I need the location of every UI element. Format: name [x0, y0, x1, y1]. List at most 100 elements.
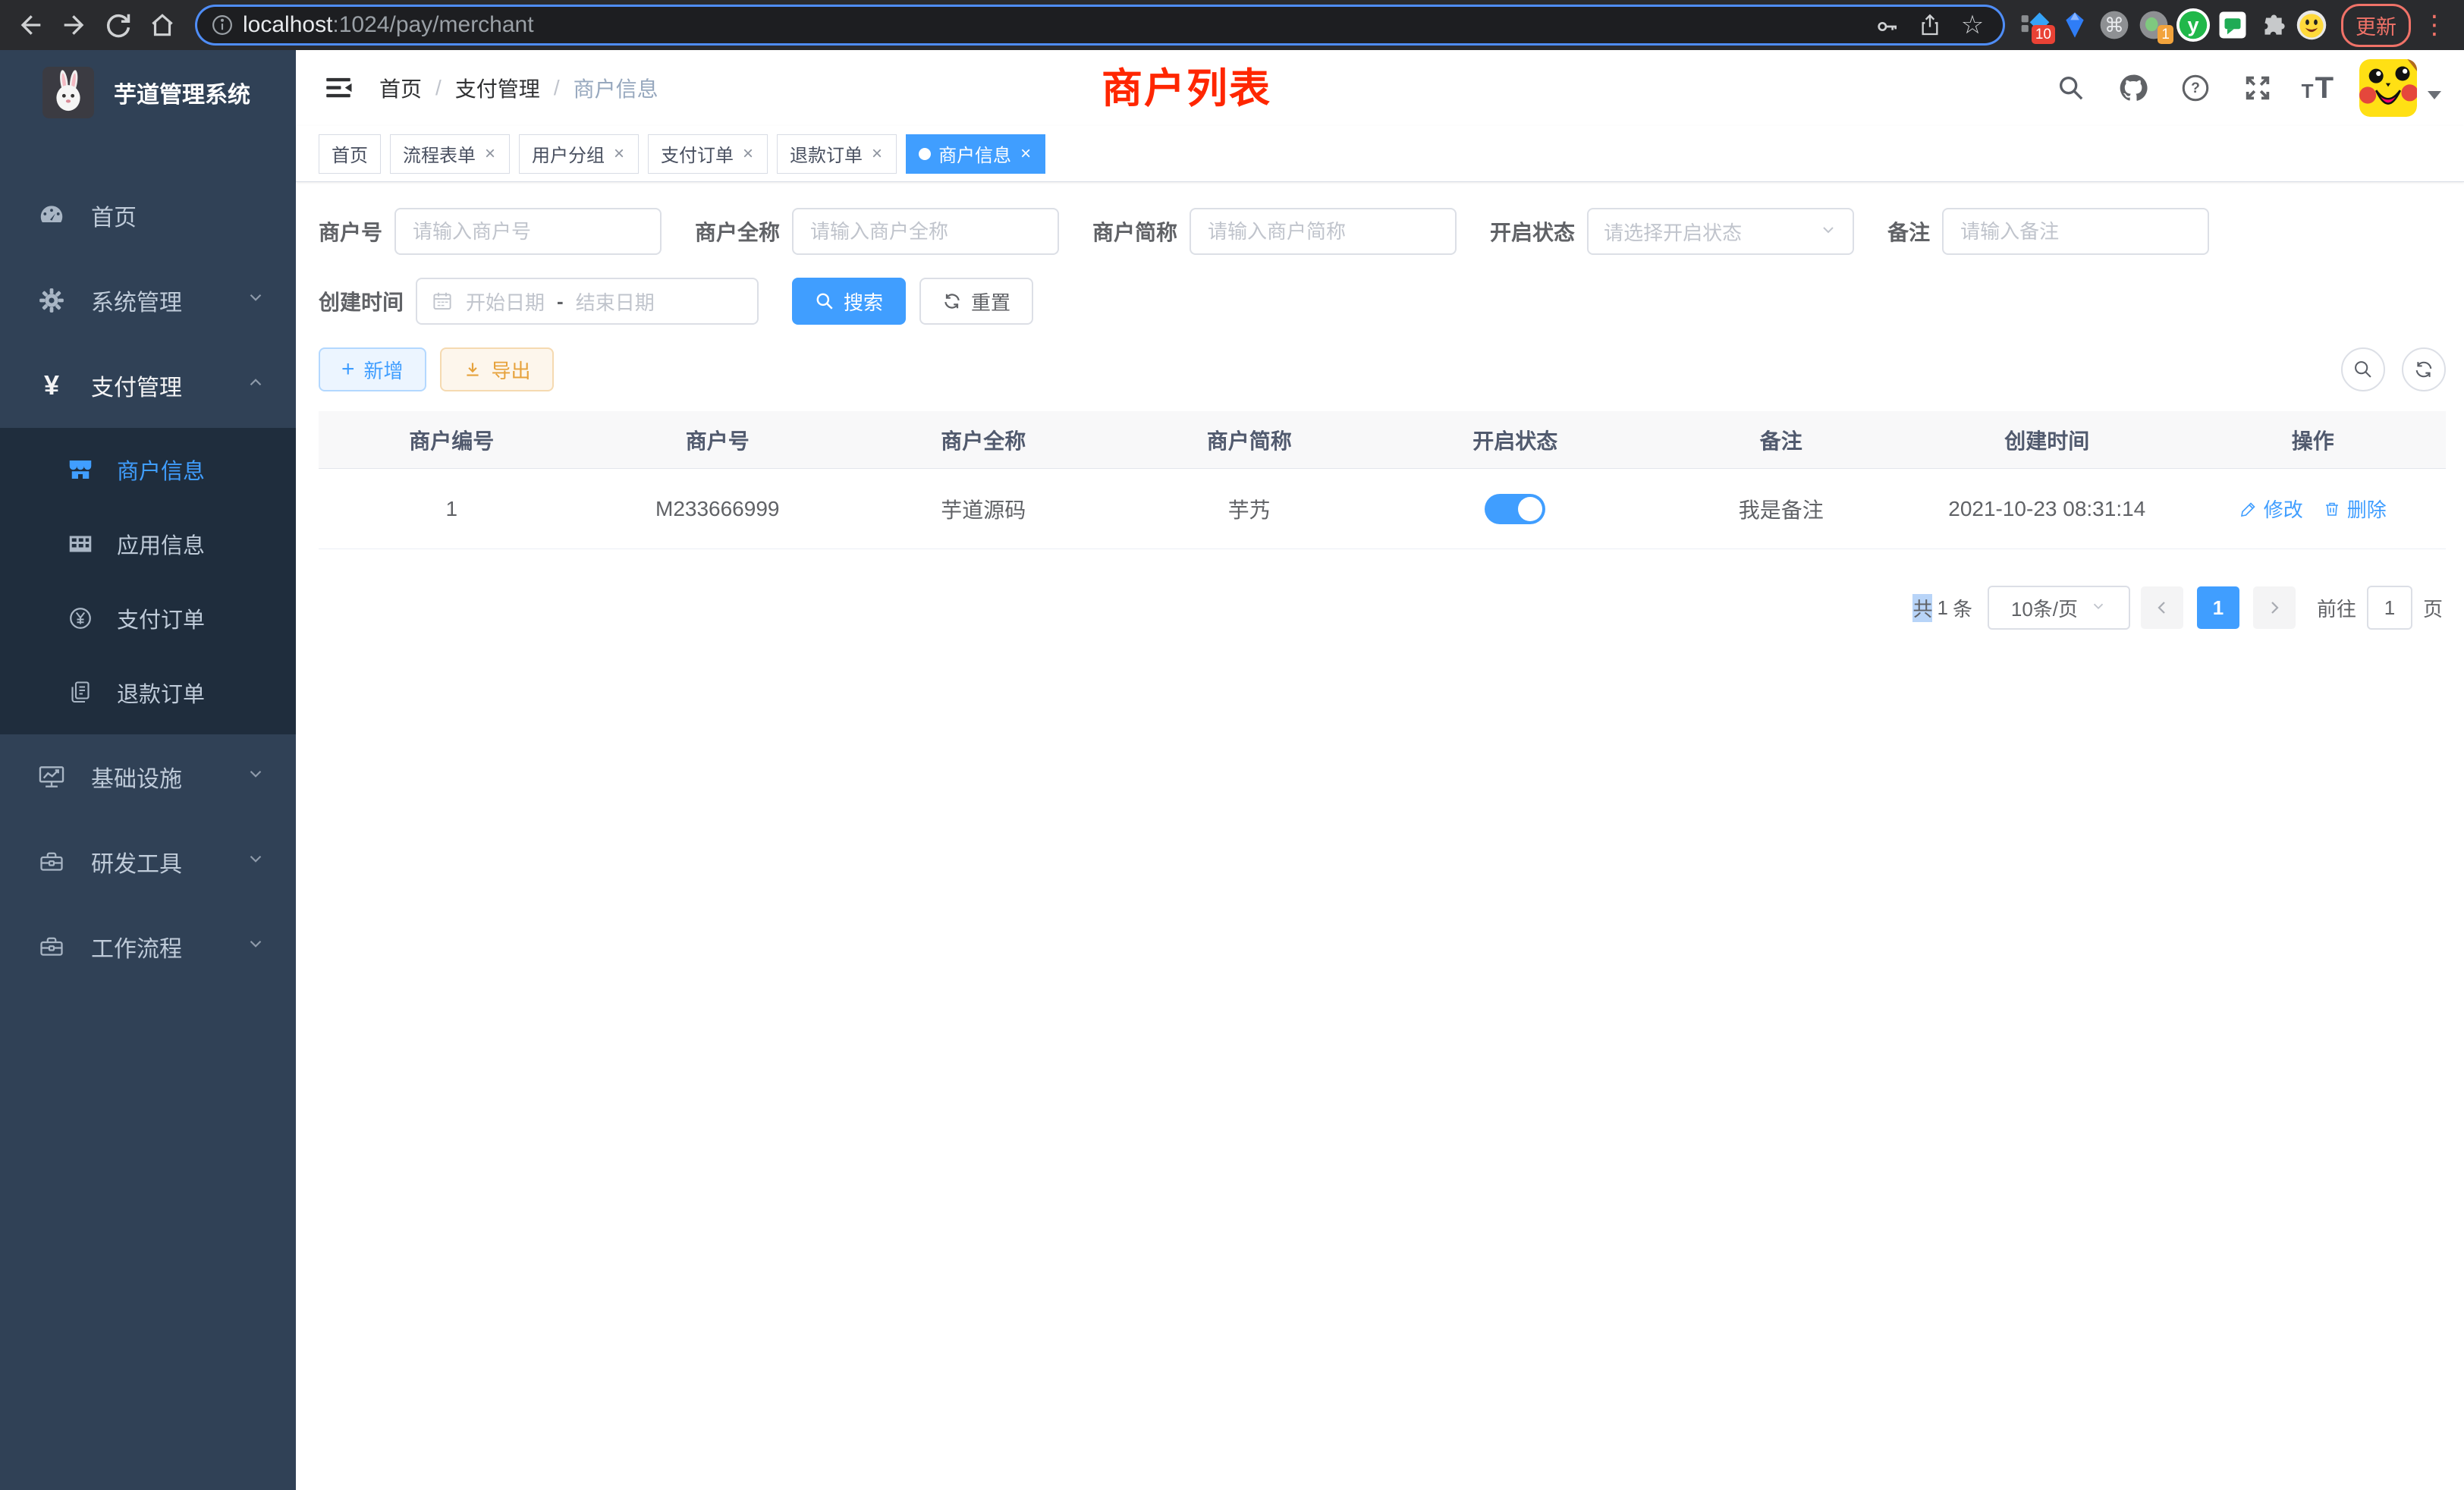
cell-full-name: 芋道源码 — [850, 494, 1117, 524]
annotation-page-title: 商户列表 — [1102, 55, 1271, 115]
export-button[interactable]: 导出 — [440, 347, 554, 391]
monitor-chart-icon — [35, 762, 68, 791]
edit-link[interactable]: 修改 — [2239, 495, 2303, 523]
sidebar-item-app-info[interactable]: 应用信息 — [0, 507, 296, 581]
status-toggle-on[interactable] — [1485, 494, 1545, 524]
add-button[interactable]: + 新增 — [319, 347, 426, 391]
extension-command[interactable]: ⌘ — [2097, 8, 2132, 42]
toggle-search-button[interactable] — [2341, 347, 2385, 391]
extension-diamond[interactable]: 10 — [2018, 8, 2053, 42]
remark-input[interactable] — [1942, 208, 2209, 255]
column-header: 创建时间 — [1914, 425, 2180, 455]
tab-refund-order[interactable]: 退款订单× — [777, 134, 897, 174]
filter-label-status: 开启状态 — [1490, 216, 1575, 247]
docs-help-button[interactable]: ? — [2177, 70, 2214, 106]
url-bar[interactable]: localhost:1024/pay/merchant ☆ — [197, 7, 2003, 43]
chevron-down-icon — [246, 849, 266, 875]
tab-close-icon[interactable]: × — [870, 143, 884, 165]
sidebar-item-merchant-info[interactable]: 商户信息 — [0, 432, 296, 507]
app-logo-bunny — [42, 67, 94, 118]
share-icon — [1918, 13, 1942, 37]
tab-label: 商户信息 — [938, 140, 1011, 167]
browser-update-button[interactable]: 更新 — [2341, 4, 2411, 47]
password-manager-button[interactable] — [1871, 8, 1904, 42]
share-button[interactable] — [1913, 8, 1947, 42]
cell-id: 1 — [319, 497, 585, 521]
tab-user-group[interactable]: 用户分组× — [519, 134, 639, 174]
reset-button[interactable]: 重置 — [919, 278, 1033, 325]
fullscreen-button[interactable] — [2239, 70, 2276, 106]
edit-link-label: 修改 — [2264, 495, 2303, 523]
merchant-no-input[interactable] — [394, 208, 662, 255]
tab-close-icon[interactable]: × — [483, 143, 497, 165]
tab-pay-order[interactable]: 支付订单× — [648, 134, 768, 174]
browser-menu-button[interactable]: ⋮ — [2415, 10, 2453, 40]
delete-link-label: 删除 — [2347, 495, 2387, 523]
next-page-button[interactable] — [2253, 586, 2296, 629]
sidebar-item-pay[interactable]: ¥ 支付管理 — [0, 343, 296, 428]
breadcrumb-pay[interactable]: 支付管理 — [455, 73, 540, 103]
sidebar-item-refund-order[interactable]: 退款订单 — [0, 655, 296, 730]
search-icon — [2056, 73, 2086, 103]
home-icon — [148, 11, 177, 39]
bookmark-button[interactable]: ☆ — [1956, 8, 1989, 42]
github-link-button[interactable] — [2115, 70, 2151, 106]
extension-badge: 1 — [2158, 25, 2173, 44]
total-suffix: 条 — [1953, 594, 1972, 622]
sidebar-item-label: 应用信息 — [117, 528, 205, 560]
sidebar-toggle-button[interactable] — [319, 68, 358, 108]
status-select[interactable]: 请选择开启状态 — [1587, 208, 1854, 255]
header-search-button[interactable] — [2053, 70, 2089, 106]
app-title: 芋道管理系统 — [114, 76, 250, 109]
extensions-menu[interactable] — [2255, 8, 2290, 42]
tab-close-icon[interactable]: × — [612, 143, 626, 165]
breadcrumb-home[interactable]: 首页 — [379, 73, 422, 103]
t-small: T — [2302, 80, 2314, 103]
font-size-button[interactable]: TT — [2302, 73, 2334, 103]
sidebar-item-workflow[interactable]: 工作流程 — [0, 904, 296, 989]
page-number-1[interactable]: 1 — [2197, 586, 2239, 629]
forward-arrow-icon — [59, 10, 90, 40]
table-grid-icon — [65, 530, 96, 558]
prev-page-button[interactable] — [2141, 586, 2183, 629]
tab-merchant-info[interactable]: 商户信息 × — [906, 134, 1045, 174]
sidebar-item-infra[interactable]: 基础设施 — [0, 734, 296, 819]
extension-recorder[interactable]: 1 — [2136, 8, 2171, 42]
chevron-up-icon — [246, 372, 266, 398]
tab-close-icon[interactable]: × — [1019, 143, 1032, 165]
user-menu[interactable] — [2359, 59, 2441, 117]
tab-process-form[interactable]: 流程表单× — [390, 134, 510, 174]
extension-chat[interactable] — [2215, 8, 2250, 42]
refresh-table-button[interactable] — [2402, 347, 2446, 391]
sidebar-item-label: 支付管理 — [91, 369, 223, 402]
goto-page-input[interactable] — [2367, 586, 2412, 630]
create-time-range-picker[interactable]: 开始日期 - 结束日期 — [416, 278, 759, 325]
tab-label: 首页 — [332, 140, 368, 167]
goto-label: 前往 — [2317, 594, 2356, 622]
delete-link[interactable]: 删除 — [2323, 495, 2387, 523]
search-button[interactable]: 搜索 — [792, 278, 906, 325]
tab-close-icon[interactable]: × — [741, 143, 755, 165]
extension-gem[interactable] — [2057, 8, 2092, 42]
sidebar-item-home[interactable]: 首页 — [0, 173, 296, 258]
browser-forward-button[interactable] — [55, 5, 94, 45]
sidebar-item-system[interactable]: 系统管理 — [0, 258, 296, 343]
full-name-input[interactable] — [792, 208, 1059, 255]
tab-home[interactable]: 首页 — [319, 134, 381, 174]
extension-yudao[interactable]: y — [2176, 8, 2211, 42]
download-icon — [463, 360, 482, 379]
end-date-placeholder: 结束日期 — [576, 288, 655, 316]
page-size-select[interactable]: 10条/页 — [1988, 586, 2130, 630]
browser-profile-avatar[interactable] — [2294, 8, 2329, 42]
table-toolbar: + 新增 导出 — [319, 347, 2446, 391]
plus-icon: + — [341, 358, 355, 381]
pagination: 共1条 10条/页 1 前往 页 — [319, 586, 2443, 630]
short-name-input[interactable] — [1190, 208, 1457, 255]
site-info-icon[interactable] — [211, 14, 234, 36]
browser-reload-button[interactable] — [99, 5, 138, 45]
sidebar-logo[interactable]: 芋道管理系统 — [0, 50, 296, 135]
sidebar-item-pay-order[interactable]: 支付订单 — [0, 581, 296, 655]
browser-home-button[interactable] — [143, 5, 182, 45]
browser-back-button[interactable] — [11, 5, 50, 45]
sidebar-item-dev-tools[interactable]: 研发工具 — [0, 819, 296, 904]
